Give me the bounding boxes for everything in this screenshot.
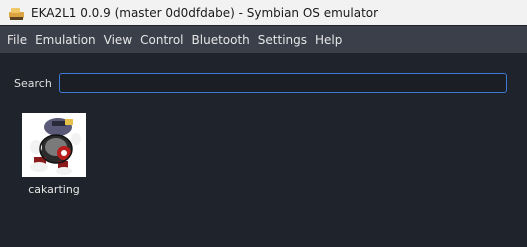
menu-control[interactable]: Control	[136, 33, 187, 47]
app-tile-cakarting[interactable]: cakarting	[22, 113, 86, 196]
menu-emulation[interactable]: Emulation	[31, 33, 100, 47]
window-title: EKA2L1 0.0.9 (master 0d0dfdabe) - Symbia…	[31, 5, 379, 20]
menu-bar: File Emulation View Control Bluetooth Se…	[0, 26, 527, 53]
menu-bluetooth[interactable]: Bluetooth	[188, 33, 254, 47]
app-list-panel: Search cakarting	[0, 53, 527, 247]
eka2l1-app-icon	[8, 5, 26, 21]
menu-help[interactable]: Help	[311, 33, 346, 47]
emulator-window: EKA2L1 0.0.9 (master 0d0dfdabe) - Symbia…	[0, 0, 527, 247]
search-label: Search	[14, 76, 52, 90]
cakarting-app-icon[interactable]	[22, 113, 86, 177]
app-name: cakarting	[28, 183, 80, 196]
menu-view[interactable]: View	[100, 33, 136, 47]
menu-settings[interactable]: Settings	[254, 33, 311, 47]
title-bar[interactable]: EKA2L1 0.0.9 (master 0d0dfdabe) - Symbia…	[0, 0, 527, 25]
search-input[interactable]	[59, 73, 507, 93]
search-row: Search	[14, 73, 507, 93]
menu-file[interactable]: File	[3, 33, 31, 47]
